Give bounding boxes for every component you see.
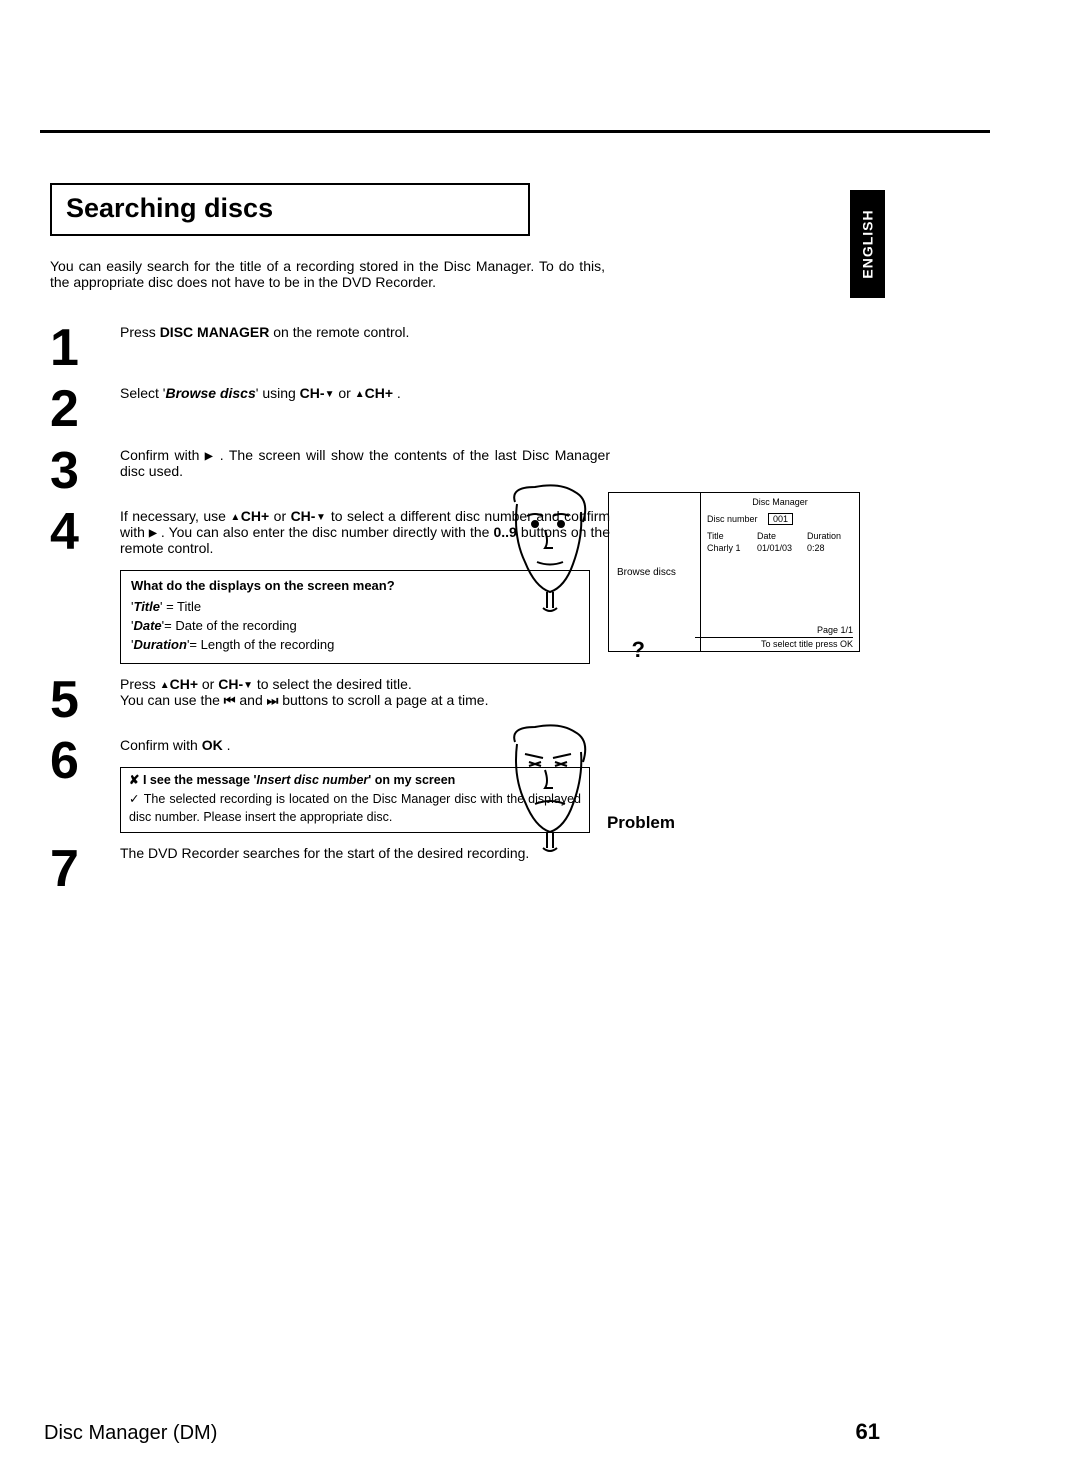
text: Press [120,324,160,340]
text: Confirm with [120,737,202,753]
osd-panel: Disc Manager Disc number 001 Title Date … [700,493,859,651]
text: . [397,385,401,401]
text: Confirm with [120,447,205,463]
footer-section: Disc Manager (DM) [44,1422,217,1445]
menu-browse-discs: Browse discs [165,385,255,401]
osd-hdr-title: Title [707,531,757,541]
osd-disc-number-row: Disc number 001 [707,513,853,525]
down-icon [243,676,253,692]
text: Select ' [120,385,165,401]
key-ch-plus: CH+ [241,508,269,524]
x-icon: ✘ [129,773,139,787]
callout-line3: 'Duration'= Length of the recording [131,636,579,655]
osd-disc-number-label: Disc number [707,514,758,524]
osd-hdr-duration: Duration [807,531,853,541]
check-icon: ✓ [129,792,140,806]
up-icon [355,385,365,401]
up-icon [160,676,170,692]
down-icon [325,385,335,401]
text: or [202,676,218,692]
text: You can use the [120,692,224,708]
step-4-number: 4 [50,504,120,557]
text: ' using [256,385,300,401]
text: and [239,692,266,708]
osd-data-row: Charly 1 01/01/03 0:28 [707,543,853,553]
key-ok: OK [202,737,223,753]
section-title: Searching discs [66,193,273,224]
text: If necessary, use [120,508,230,524]
osd-hdr-date: Date [757,531,807,541]
osd-data-title: Charly 1 [707,543,757,553]
right-icon [149,524,157,540]
osd-left-label: Browse discs [609,493,700,651]
osd-page: Page 1/1 [817,625,853,635]
text: or [338,385,354,401]
key-disc-manager: DISC MANAGER [160,324,270,340]
key-ch-minus: CH- [300,385,325,401]
osd-title: Disc Manager [707,497,853,507]
osd-screenshot: Browse discs Disc Manager Disc number 00… [608,492,860,652]
osd-data-duration: 0:28 [807,543,853,553]
msg-insert-disc: Insert disc number [256,773,368,787]
text: The DVD Recorder searches for the start … [120,845,529,861]
step-6-number: 6 [50,733,120,786]
text: = Date of the recording [164,618,297,633]
step-3-number: 3 [50,443,120,496]
key-ch-minus: CH- [291,508,316,524]
osd-data-date: 01/01/03 [757,543,807,553]
right-icon [205,447,214,463]
text: . [223,737,231,753]
text: I see the message ' [143,773,256,787]
down-icon [315,508,326,524]
term-date: Date [133,618,161,633]
term-title: Title [133,599,160,614]
question-face-illustration [505,482,595,622]
page-footer: Disc Manager (DM) 61 [44,1419,880,1445]
text: to select the desired title. [257,676,412,692]
osd-header-row: Title Date Duration [707,531,853,541]
text: buttons to scroll a page at a time. [282,692,488,708]
step-3-body: Confirm with . The screen will show the … [120,443,610,479]
text: . You can also enter the disc number dir… [157,524,494,540]
language-label: ENGLISH [860,209,876,278]
key-ch-minus: CH- [218,676,243,692]
skip-next-icon [267,692,279,708]
term-duration: Duration [133,637,186,652]
intro-text: You can easily search for the title of a… [50,258,605,290]
skip-prev-icon [224,692,236,708]
step-2-number: 2 [50,381,120,434]
step-1-body: Press DISC MANAGER on the remote control… [120,320,610,340]
text: on the remote control. [269,324,409,340]
step-7-number: 7 [50,841,120,894]
up-icon [230,508,240,524]
text: ' on my screen [368,773,455,787]
key-ch-plus: CH+ [365,385,393,401]
osd-disc-number-value: 001 [768,513,793,525]
step-1-number: 1 [50,320,120,373]
header-rule [40,130,990,133]
page-number: 61 [856,1419,880,1445]
confused-face-illustration [505,722,595,862]
step-5-number: 5 [50,672,120,725]
text: = Title [162,599,201,614]
osd-hint: To select title press OK [695,637,853,649]
step-5-body: Press CH+ or CH- to select the desired t… [120,672,610,709]
text: = Length of the recording [189,637,334,652]
language-tab: ENGLISH [850,190,885,298]
text: Press [120,676,160,692]
key-ch-plus: CH+ [170,676,198,692]
step-2-body: Select 'Browse discs' using CH- or CH+ . [120,381,610,401]
section-title-box: Searching discs [50,183,530,236]
text: or [274,508,291,524]
